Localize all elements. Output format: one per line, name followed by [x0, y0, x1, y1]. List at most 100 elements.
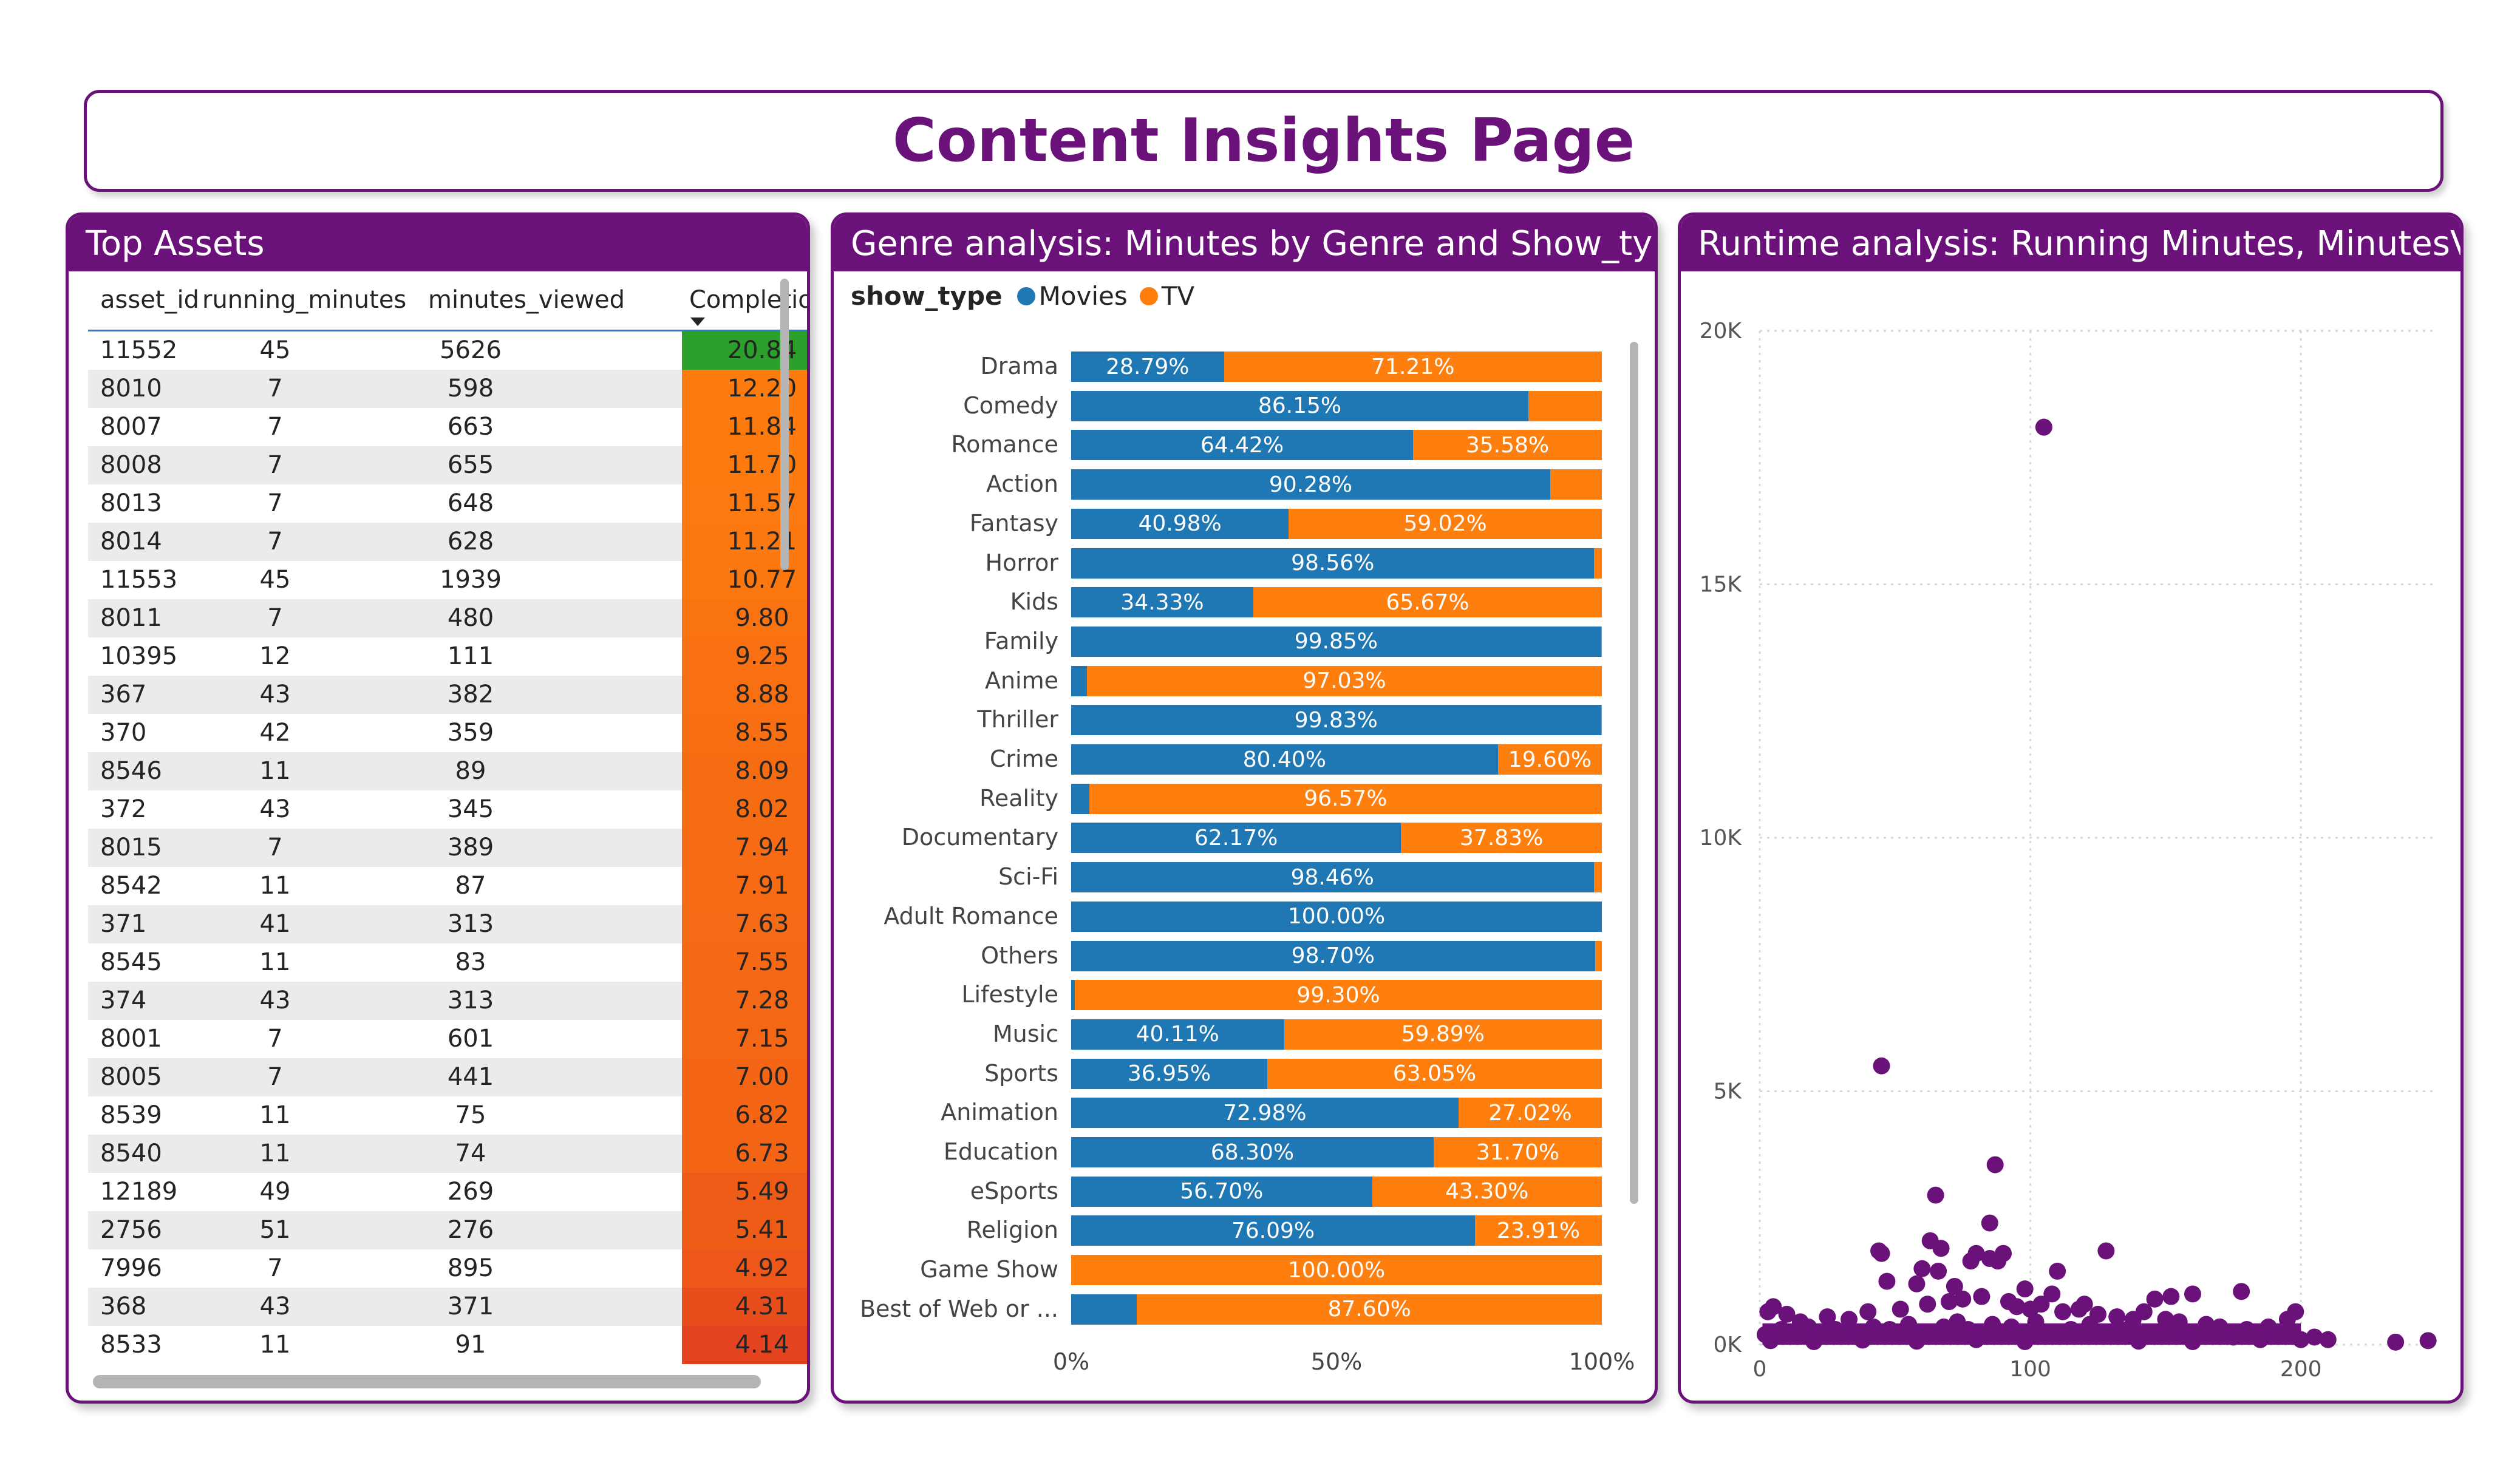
table-row[interactable]: 374 43 313 7.28 — [88, 982, 807, 1020]
scatter-point[interactable] — [2319, 1331, 2337, 1348]
scatter-point[interactable] — [2003, 1318, 2020, 1336]
scatter-point[interactable] — [2135, 1303, 2153, 1320]
sort-descending-icon[interactable] — [690, 318, 705, 326]
scatter-point[interactable] — [1805, 1333, 1823, 1350]
table-row[interactable]: 8010 7 598 12.20 — [88, 370, 807, 408]
table-row[interactable]: 8011 7 480 9.80 — [88, 599, 807, 637]
bar-segment-tv[interactable]: 31.70% — [1433, 1137, 1602, 1167]
bar-segment-movies[interactable]: 99.85% — [1071, 626, 1601, 657]
table-row[interactable]: 8540 11 74 6.73 — [88, 1135, 807, 1173]
bar-segment-tv[interactable]: 63.05% — [1267, 1058, 1602, 1089]
bar-segment-movies[interactable] — [1071, 783, 1089, 814]
table-row[interactable]: 8539 11 75 6.82 — [88, 1096, 807, 1135]
bar-segment-tv[interactable]: 71.21% — [1224, 352, 1602, 382]
scatter-point[interactable] — [1908, 1333, 1926, 1350]
bar-segment-movies[interactable]: 36.95% — [1071, 1058, 1267, 1089]
bar-segment-movies[interactable]: 76.09% — [1071, 1215, 1476, 1246]
table-row[interactable]: 8005 7 441 7.00 — [88, 1058, 807, 1096]
scatter-point[interactable] — [2016, 1333, 2034, 1350]
genre-bar[interactable]: 97.03% — [1071, 665, 1602, 696]
scatter-point[interactable] — [2252, 1331, 2269, 1348]
bar-segment-tv[interactable]: 59.02% — [1289, 508, 1602, 539]
table-row[interactable]: 367 43 382 8.88 — [88, 676, 807, 714]
scatter-point[interactable] — [2184, 1333, 2201, 1350]
genre-bar[interactable]: 62.17% 37.83% — [1071, 823, 1602, 854]
column-header-asset-id[interactable]: asset_id — [100, 275, 199, 330]
bar-segment-tv[interactable]: 59.89% — [1284, 1019, 1602, 1050]
bar-segment-movies[interactable]: 99.83% — [1071, 705, 1601, 736]
bar-segment-movies[interactable]: 80.40% — [1071, 744, 1498, 775]
genre-bar[interactable]: 72.98% 27.02% — [1071, 1098, 1602, 1129]
genre-bar[interactable]: 56.70% 43.30% — [1071, 1176, 1602, 1207]
bar-segment-tv[interactable]: 35.58% — [1413, 430, 1602, 461]
genre-bar[interactable]: 98.70% — [1071, 940, 1602, 971]
genre-bar[interactable]: 100.00% — [1071, 901, 1602, 932]
column-header-minutes-viewed[interactable]: minutes_viewed — [428, 275, 625, 330]
scatter-point[interactable] — [1989, 1252, 2007, 1270]
scatter-point[interactable] — [2224, 1328, 2242, 1346]
scatter-point[interactable] — [2387, 1333, 2405, 1351]
bar-segment-tv[interactable]: 37.83% — [1401, 823, 1602, 854]
scatter-point[interactable] — [1881, 1320, 1898, 1338]
scatter-point[interactable] — [2287, 1303, 2304, 1320]
genre-bar[interactable]: 40.98% 59.02% — [1071, 508, 1602, 539]
scatter-point[interactable] — [2081, 1316, 2099, 1333]
scatter-point[interactable] — [2270, 1326, 2288, 1343]
bar-segment-movies[interactable]: 62.17% — [1071, 823, 1401, 854]
table-row[interactable]: 8015 7 389 7.94 — [88, 829, 807, 867]
table-row[interactable]: 8008 7 655 11.70 — [88, 446, 807, 484]
scatter-point[interactable] — [1900, 1316, 1918, 1333]
bar-segment-tv[interactable]: 23.91% — [1475, 1215, 1602, 1246]
table-row[interactable]: 11553 45 1939 10.77 — [88, 561, 807, 599]
scatter-point[interactable] — [2162, 1288, 2180, 1305]
genre-bar[interactable]: 99.85% — [1071, 626, 1602, 657]
table-row[interactable]: 8014 7 628 11.21 — [88, 523, 807, 561]
scatter-point[interactable] — [1827, 1320, 1844, 1338]
genre-bar[interactable]: 76.09% 23.91% — [1071, 1215, 1602, 1246]
scatter-point[interactable] — [1984, 1316, 2001, 1333]
genre-bar[interactable]: 28.79% 71.21% — [1071, 352, 1602, 382]
table-row[interactable]: 372 43 345 8.02 — [88, 790, 807, 829]
scatter-point[interactable] — [1913, 1260, 1931, 1277]
genre-bar[interactable]: 36.95% 63.05% — [1071, 1058, 1602, 1089]
scatter-point[interactable] — [1981, 1214, 1998, 1232]
bar-segment-movies[interactable]: 40.11% — [1071, 1019, 1284, 1050]
table-row[interactable]: 8013 7 648 11.57 — [88, 484, 807, 523]
scatter-point[interactable] — [1930, 1262, 1947, 1280]
scatter-point[interactable] — [2062, 1320, 2080, 1338]
bar-segment-tv[interactable]: 65.67% — [1253, 587, 1602, 618]
table-row[interactable]: 368 43 371 4.31 — [88, 1288, 807, 1326]
table-row[interactable]: 371 41 313 7.63 — [88, 905, 807, 943]
bar-segment-tv[interactable] — [1601, 705, 1602, 736]
bar-segment-tv[interactable] — [1593, 862, 1602, 893]
scatter-point[interactable] — [2184, 1285, 2201, 1303]
bar-segment-movies[interactable]: 34.33% — [1071, 587, 1254, 618]
bar-segment-tv[interactable]: 19.60% — [1497, 744, 1602, 775]
scatter-point[interactable] — [1908, 1275, 1926, 1292]
genre-bar[interactable]: 86.15% — [1071, 390, 1602, 421]
bar-segment-movies[interactable]: 64.42% — [1071, 430, 1414, 461]
bar-segment-movies[interactable]: 98.70% — [1071, 940, 1595, 971]
bar-segment-movies[interactable] — [1071, 665, 1087, 696]
scatter-point[interactable] — [2032, 1296, 2050, 1313]
scatter-point[interactable] — [1962, 1252, 1980, 1270]
genre-bar[interactable]: 99.83% — [1071, 705, 1602, 736]
bar-segment-movies[interactable] — [1071, 1294, 1137, 1325]
table-row[interactable]: 10395 12 111 9.25 — [88, 637, 807, 676]
scatter-point[interactable] — [2097, 1242, 2115, 1260]
scatter-point[interactable] — [2130, 1333, 2147, 1350]
genre-bar[interactable]: 96.57% — [1071, 783, 1602, 814]
bar-segment-movies[interactable]: 28.79% — [1071, 352, 1224, 382]
table-row[interactable]: 8542 11 87 7.91 — [88, 867, 807, 905]
genre-bar[interactable]: 64.42% 35.58% — [1071, 430, 1602, 461]
vertical-scrollbar[interactable] — [780, 279, 789, 570]
bar-segment-movies[interactable]: 90.28% — [1071, 469, 1551, 500]
bar-segment-movies[interactable]: 68.30% — [1071, 1137, 1434, 1167]
bar-segment-movies[interactable]: 56.70% — [1071, 1176, 1372, 1207]
bar-segment-movies[interactable]: 98.46% — [1071, 862, 1594, 893]
bar-segment-tv[interactable]: 100.00% — [1071, 1255, 1602, 1286]
genre-bar[interactable]: 68.30% 31.70% — [1071, 1137, 1602, 1167]
scatter-point[interactable] — [1859, 1303, 1877, 1320]
scatter-point[interactable] — [1759, 1303, 1777, 1320]
scatter-point[interactable] — [1870, 1242, 1888, 1260]
